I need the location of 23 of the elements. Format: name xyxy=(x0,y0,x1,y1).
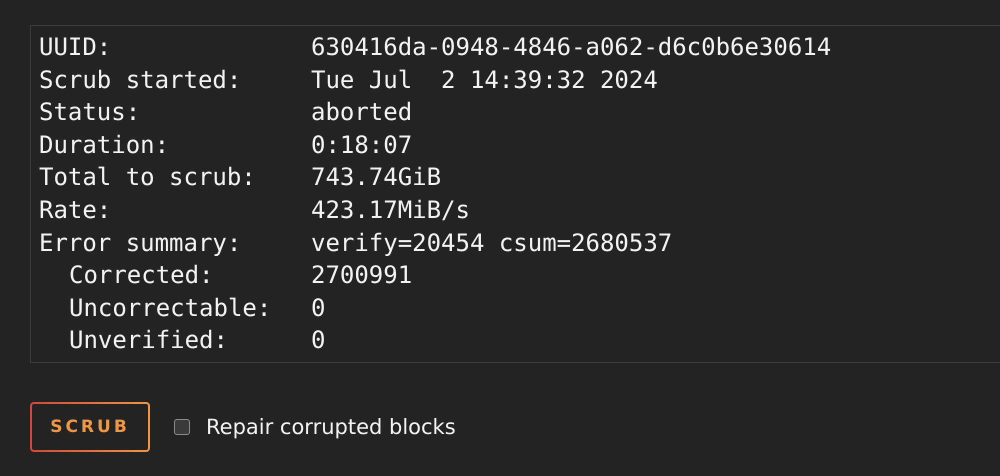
checkbox-label[interactable]: Repair corrupted blocks xyxy=(206,414,456,439)
report-value: aborted xyxy=(311,97,412,128)
report-value: verify=20454 csum=2680537 xyxy=(311,228,672,259)
report-label: Unverified: xyxy=(69,325,229,356)
checkbox[interactable] xyxy=(174,418,190,435)
report-label: Corrected: xyxy=(69,260,214,292)
report-value: 2700991 xyxy=(311,260,412,292)
report-label: Total to scrub: xyxy=(39,162,257,194)
report-label: Status: xyxy=(39,97,142,128)
report-label: UUID: xyxy=(39,32,112,63)
report-value: 630416da-0948-4846-a062-d6c0b6e30614 xyxy=(311,32,832,63)
report-label: Uncorrectable: xyxy=(69,292,272,324)
report-label: Scrub started: xyxy=(39,64,242,96)
report-label: Error summary: xyxy=(39,228,242,259)
report-value: 743.74GiB xyxy=(311,162,442,194)
report-label: Rate: xyxy=(39,194,112,226)
report-value: 0 xyxy=(311,292,326,324)
report-value: 0:18:07 xyxy=(311,130,412,161)
report-value: 0 xyxy=(311,325,326,356)
report-value: Tue Jul 2 14:39:32 2024 xyxy=(311,64,658,96)
report-value: 423.17MiB/s xyxy=(311,194,470,226)
report-label: Duration: xyxy=(39,130,170,161)
scrub-button[interactable]: SCRUB xyxy=(30,402,150,452)
